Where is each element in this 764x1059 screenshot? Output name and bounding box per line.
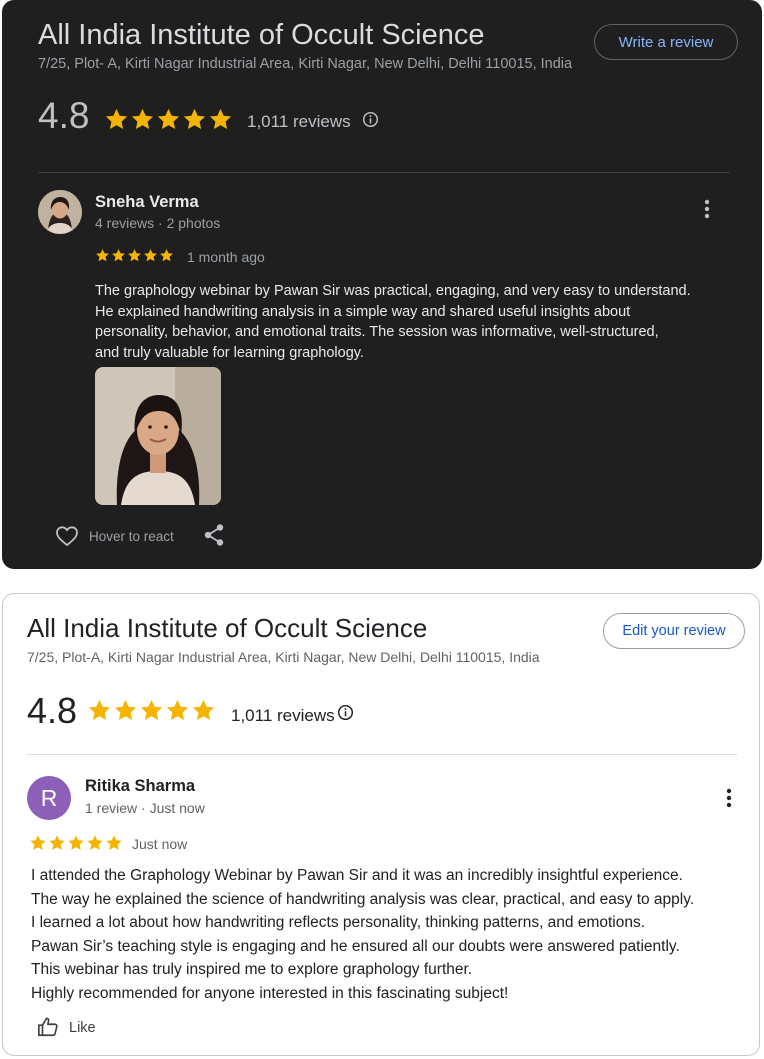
- star-icon: [191, 698, 216, 723]
- review-text-line: and truly valuable for learning grapholo…: [95, 344, 364, 361]
- average-rating: 4.8: [38, 95, 90, 136]
- average-rating: 4.8: [27, 690, 78, 731]
- light-review-card: All India Institute of Occult Science 7/…: [2, 593, 760, 1056]
- review-text-line: I attended the Graphology Webinar by Paw…: [31, 867, 683, 884]
- star-icon: [86, 834, 104, 852]
- star-icon: [127, 248, 142, 263]
- react-label[interactable]: Hover to react: [89, 529, 174, 544]
- review-text-line: The graphology webinar by Pawan Sir was …: [95, 283, 691, 299]
- star-icon: [29, 834, 47, 852]
- review-text-line: personality, behavior, and emotional tra…: [95, 324, 659, 340]
- dark-review-card: All India Institute of Occult Science 7/…: [2, 0, 762, 569]
- star-icon: [159, 248, 174, 263]
- reviewer-name[interactable]: Ritika Sharma: [85, 777, 195, 796]
- reviewer-meta: 1 review · Just now: [85, 800, 205, 816]
- heart-icon[interactable]: [55, 525, 79, 547]
- star-icon: [95, 248, 110, 263]
- divider: [27, 754, 737, 755]
- star-icon: [67, 834, 85, 852]
- star-icon: [139, 698, 164, 723]
- business-name: All India Institute of Occult Science: [38, 19, 485, 51]
- star-icon: [113, 698, 138, 723]
- more-vert-icon[interactable]: [721, 787, 737, 809]
- star-icon: [156, 107, 181, 132]
- avatar[interactable]: [38, 190, 82, 234]
- business-name: All India Institute of Occult Science: [27, 613, 428, 643]
- review-stars: [95, 248, 174, 263]
- review-text-line: I learned a lot about how handwriting re…: [31, 914, 646, 931]
- reviewer-meta: 4 reviews · 2 photos: [95, 215, 221, 231]
- share-icon[interactable]: [203, 523, 225, 547]
- avatar[interactable]: R: [27, 776, 71, 820]
- star-icon: [165, 698, 190, 723]
- reviewer-name[interactable]: Sneha Verma: [95, 193, 199, 212]
- review-text-line: This webinar has truly inspired me to ex…: [31, 961, 473, 978]
- star-icon: [130, 107, 155, 132]
- review-text: The graphology webinar by Pawan Sir was …: [95, 281, 735, 363]
- average-rating-stars: [104, 107, 233, 132]
- average-rating-stars: [87, 698, 216, 723]
- business-address: 7/25, Plot- A, Kirti Nagar Industrial Ar…: [38, 56, 573, 72]
- review-text-line: He explained handwriting analysis in a s…: [95, 303, 631, 320]
- star-icon: [208, 107, 233, 132]
- star-icon: [105, 834, 123, 852]
- review-text-line: The way he explained the science of hand…: [31, 890, 695, 908]
- review-count[interactable]: 1,011 reviews: [247, 112, 351, 132]
- star-icon: [182, 107, 207, 132]
- review-photo[interactable]: [95, 367, 221, 505]
- review-stars: [29, 834, 123, 852]
- review-text-line: Highly recommended for anyone interested…: [31, 984, 509, 1002]
- business-address: 7/25, Plot-A, Kirti Nagar Industrial Are…: [27, 649, 540, 665]
- star-icon: [111, 248, 126, 263]
- review-time: 1 month ago: [187, 249, 265, 265]
- divider: [38, 172, 730, 173]
- review-text: I attended the Graphology Webinar by Paw…: [31, 864, 731, 1005]
- star-icon: [48, 834, 66, 852]
- info-icon[interactable]: [362, 111, 379, 128]
- star-icon: [143, 248, 158, 263]
- review-time: Just now: [132, 836, 188, 852]
- info-icon[interactable]: [337, 704, 354, 721]
- more-vert-icon[interactable]: [699, 198, 715, 220]
- star-icon: [104, 107, 129, 132]
- write-review-button[interactable]: Write a review: [594, 24, 738, 60]
- review-text-line: Pawan Sir’s teaching style is engaging a…: [31, 937, 680, 955]
- like-label[interactable]: Like: [69, 1020, 96, 1036]
- edit-review-button[interactable]: Edit your review: [603, 613, 745, 649]
- thumbs-up-icon[interactable]: [37, 1016, 59, 1038]
- star-icon: [87, 698, 112, 723]
- review-count[interactable]: 1,011 reviews: [231, 706, 335, 726]
